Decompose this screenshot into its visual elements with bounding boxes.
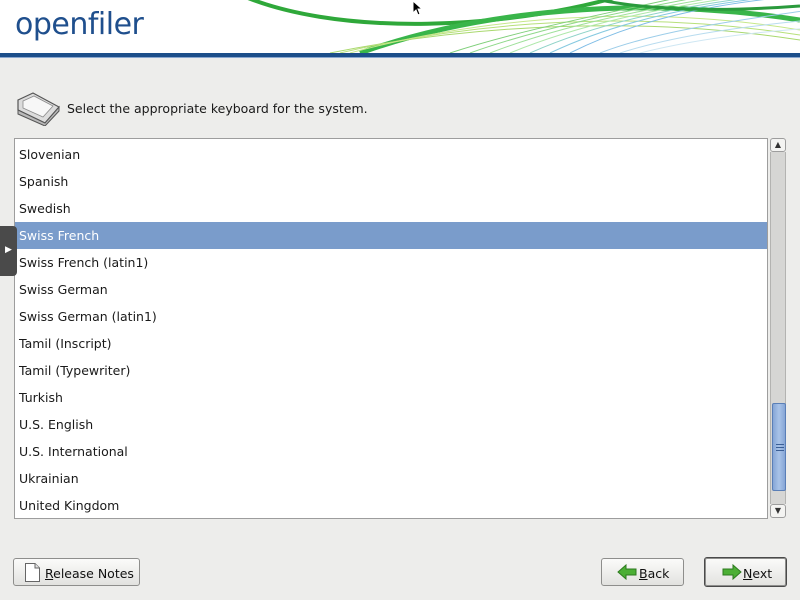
openfiler-logo: openfiler <box>15 7 144 42</box>
release-notes-label: Release Notes <box>45 566 134 581</box>
side-panel-tab[interactable]: ▶ <box>0 226 17 276</box>
list-item[interactable]: Swiss German (latin1) <box>15 303 767 330</box>
document-icon <box>25 563 40 582</box>
list-item[interactable]: Swiss German <box>15 276 767 303</box>
list-item[interactable]: Swedish <box>15 195 767 222</box>
list-item-selected[interactable]: Swiss French <box>15 222 767 249</box>
list-item[interactable]: Slovenian <box>15 141 767 168</box>
scrollbar-grip-icon <box>776 444 784 451</box>
keyboard-prompt: Select the appropriate keyboard for the … <box>67 101 368 116</box>
list-item[interactable]: Tamil (Inscript) <box>15 330 767 357</box>
list-item[interactable]: Turkish <box>15 384 767 411</box>
list-item[interactable]: Ukrainian <box>15 465 767 492</box>
chevron-right-icon: ▶ <box>5 245 12 255</box>
back-button[interactable]: Back <box>601 558 684 586</box>
scrollbar-track[interactable] <box>770 152 786 504</box>
list-item[interactable]: Swiss French (latin1) <box>15 249 767 276</box>
mouse-cursor-icon <box>412 0 424 16</box>
next-label: Next <box>743 566 773 581</box>
list-item[interactable]: United Kingdom <box>15 492 767 518</box>
list-item[interactable]: Tamil (Typewriter) <box>15 357 767 384</box>
keyboard-layout-list[interactable]: Slovenian Spanish Swedish Swiss French S… <box>14 138 768 519</box>
next-button[interactable]: Next <box>704 557 787 587</box>
back-label: Back <box>639 566 670 581</box>
list-item[interactable]: Spanish <box>15 168 767 195</box>
green-left-arrow-icon <box>617 564 637 580</box>
keyboard-key-icon <box>17 92 60 126</box>
header-banner: openfiler <box>0 0 800 53</box>
scroll-up-arrow-icon[interactable]: ▲ <box>770 138 786 152</box>
scroll-down-arrow-icon[interactable]: ▼ <box>770 504 786 518</box>
list-item[interactable]: U.S. English <box>15 411 767 438</box>
scrollbar-thumb[interactable] <box>772 403 786 491</box>
green-right-arrow-icon <box>722 564 742 580</box>
list-item[interactable]: U.S. International <box>15 438 767 465</box>
list-scrollbar[interactable]: ▲ ▼ <box>770 138 786 519</box>
header-divider-highlight <box>0 57 800 58</box>
release-notes-button[interactable]: Release Notes <box>13 558 140 586</box>
